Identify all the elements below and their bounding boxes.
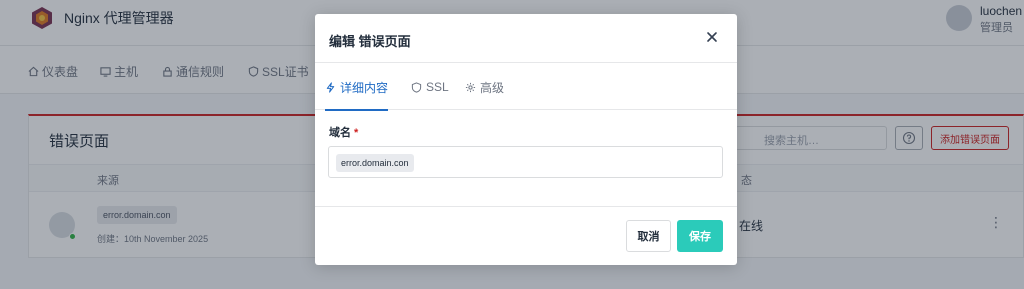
gear-icon bbox=[465, 82, 476, 92]
tab-label: SSL bbox=[426, 80, 449, 94]
modal-header: 编辑 错误页面 bbox=[315, 14, 737, 63]
domain-field-label: 域名 * bbox=[329, 124, 358, 140]
tab-advanced[interactable]: 高级 bbox=[465, 64, 504, 110]
tab-ssl[interactable]: SSL bbox=[411, 64, 449, 110]
shield-icon bbox=[411, 81, 422, 93]
modal-tabs: 详细内容 SSL 高级 bbox=[315, 64, 737, 111]
tab-label: 详细内容 bbox=[340, 80, 389, 95]
domain-chip[interactable]: error.domain.con bbox=[336, 154, 414, 172]
field-label-text: 域名 bbox=[329, 127, 351, 139]
required-mark: * bbox=[354, 127, 359, 139]
close-icon[interactable] bbox=[705, 30, 719, 44]
domain-names-input[interactable]: error.domain.con bbox=[328, 146, 723, 178]
modal-footer bbox=[315, 206, 737, 265]
tab-label: 高级 bbox=[480, 80, 505, 95]
modal-title: 编辑 错误页面 bbox=[329, 34, 411, 49]
save-button[interactable]: 保存 bbox=[677, 220, 723, 252]
cancel-button[interactable]: 取消 bbox=[626, 220, 671, 252]
edit-error-page-modal: 编辑 错误页面 详细内容 SSL 高级 域名 * error.domain.con… bbox=[315, 14, 737, 265]
lightning-icon bbox=[326, 81, 335, 93]
tab-details[interactable]: 详细内容 bbox=[325, 64, 389, 111]
